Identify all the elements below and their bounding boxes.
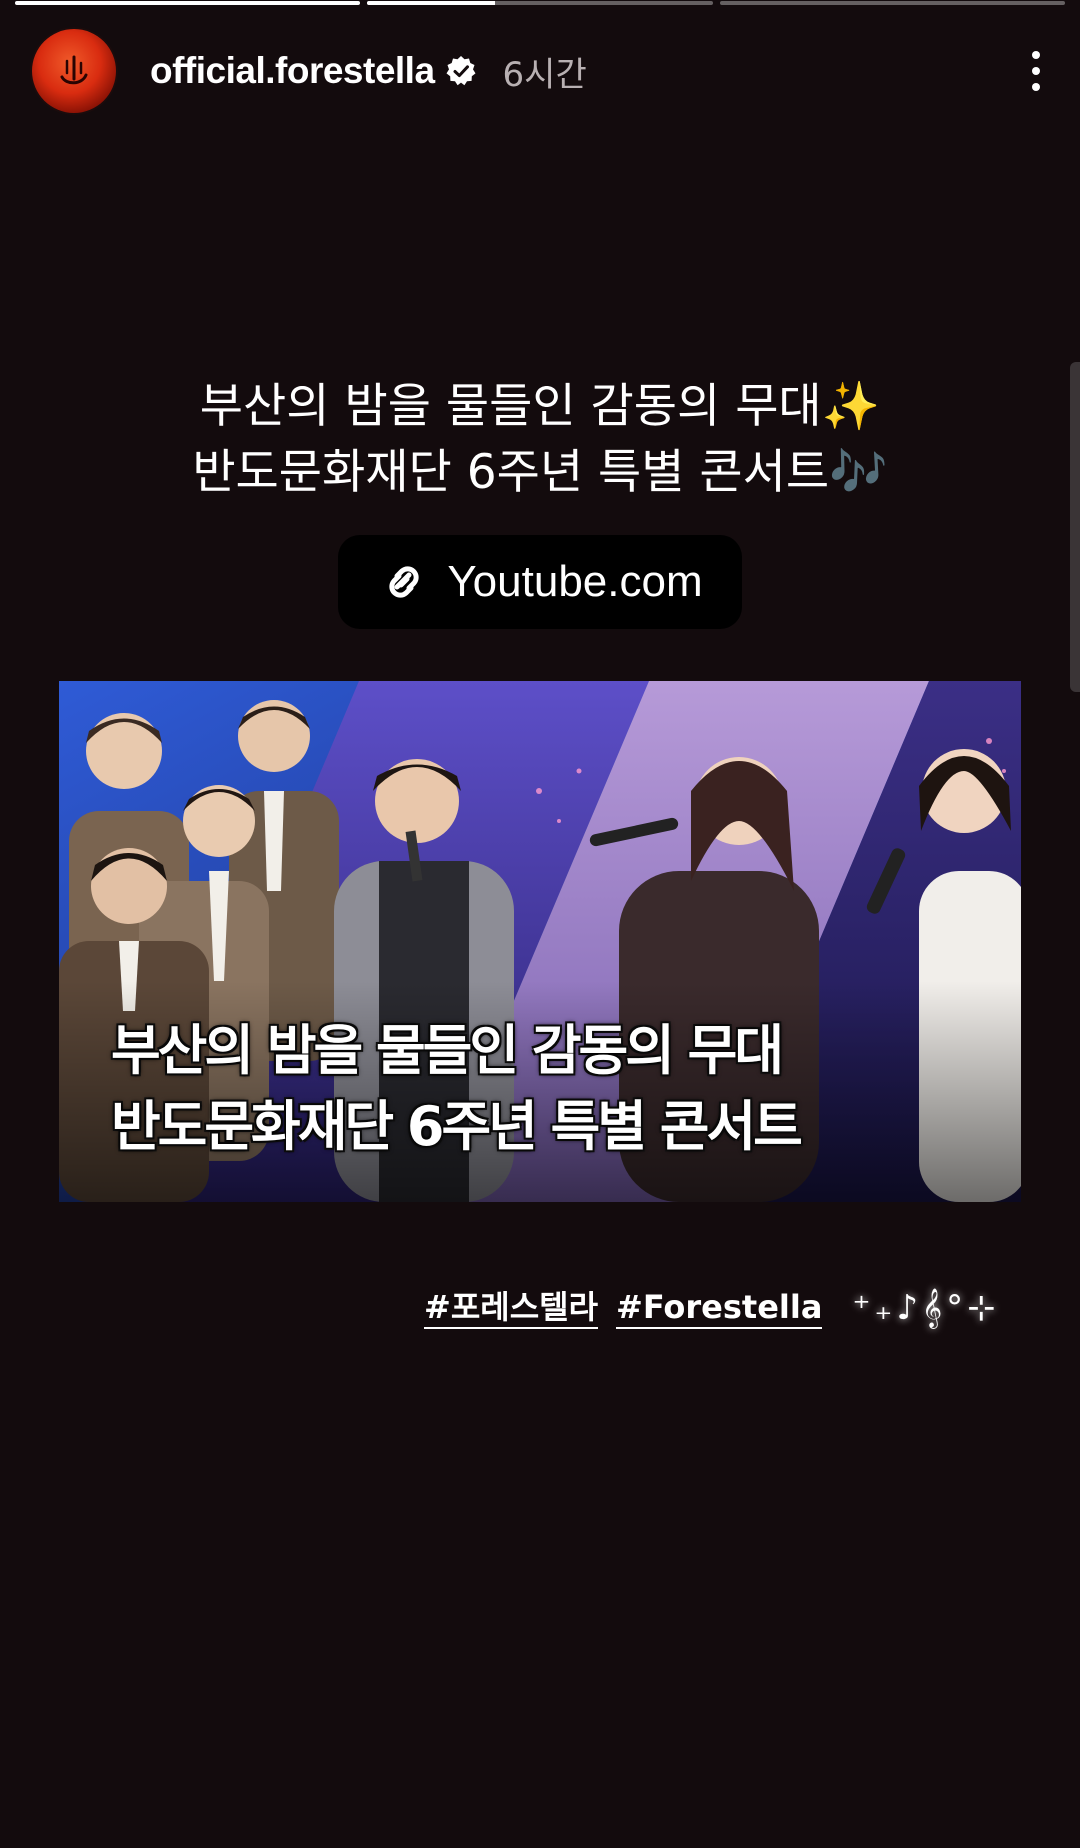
link-label: Youtube.com [447, 557, 703, 606]
thumbnail-title-line-2: 반도문화재단 6주년 특별 콘서트 [111, 1095, 803, 1158]
more-vertical-icon-dot [1032, 83, 1040, 91]
post-time: 6시간 [502, 54, 587, 95]
story-caption: 부산의 밤을 물들인 감동의 무대✨ 반도문화재단 6주년 특별 콘서트🎶 [0, 374, 1080, 506]
verified-badge-icon [446, 56, 476, 86]
video-thumbnail[interactable]: 부산의 밤을 물들인 감동의 무대 반도문화재단 6주년 특별 콘서트 [59, 681, 1021, 1202]
caption-line-2: 반도문화재단 6주년 특별 콘서트🎶 [192, 445, 888, 500]
username[interactable]: official.forestella [150, 50, 435, 92]
link-icon [389, 566, 419, 598]
caption-line-1: 부산의 밤을 물들인 감동의 무대✨ [199, 379, 881, 434]
story-progress-segment-3 [719, 1, 1065, 5]
forestella-logo-icon [60, 55, 88, 85]
progress-fill [15, 1, 361, 5]
thumbnail-title: 부산의 밤을 물들인 감동의 무대 반도문화재단 6주년 특별 콘서트 [111, 1013, 803, 1165]
link-sticker[interactable]: Youtube.com [338, 535, 742, 629]
music-sparkle-decoration: ⁺₊♪𝄞°⊹ [852, 1288, 1000, 1328]
hashtag-row: #포레스텔라 #Forestella ⁺₊♪𝄞°⊹ [424, 1287, 1000, 1329]
hashtag-forestella-kr[interactable]: #포레스텔라 [424, 1287, 599, 1329]
thumbnail-title-line-1: 부산의 밤을 물들인 감동의 무대 [111, 1019, 784, 1082]
more-vertical-icon [1032, 51, 1040, 59]
progress-fill [367, 1, 496, 5]
more-vertical-icon-dot [1032, 67, 1040, 75]
story-progress-segment-1 [15, 1, 361, 5]
more-options-button[interactable] [1014, 41, 1058, 101]
avatar[interactable] [32, 29, 116, 113]
hashtag-forestella-en[interactable]: #Forestella [616, 1287, 823, 1329]
story-header: official.forestella 6시간 [32, 28, 1060, 114]
story-progress-segment-2 [367, 1, 713, 5]
story-progress-bar [15, 1, 1065, 5]
